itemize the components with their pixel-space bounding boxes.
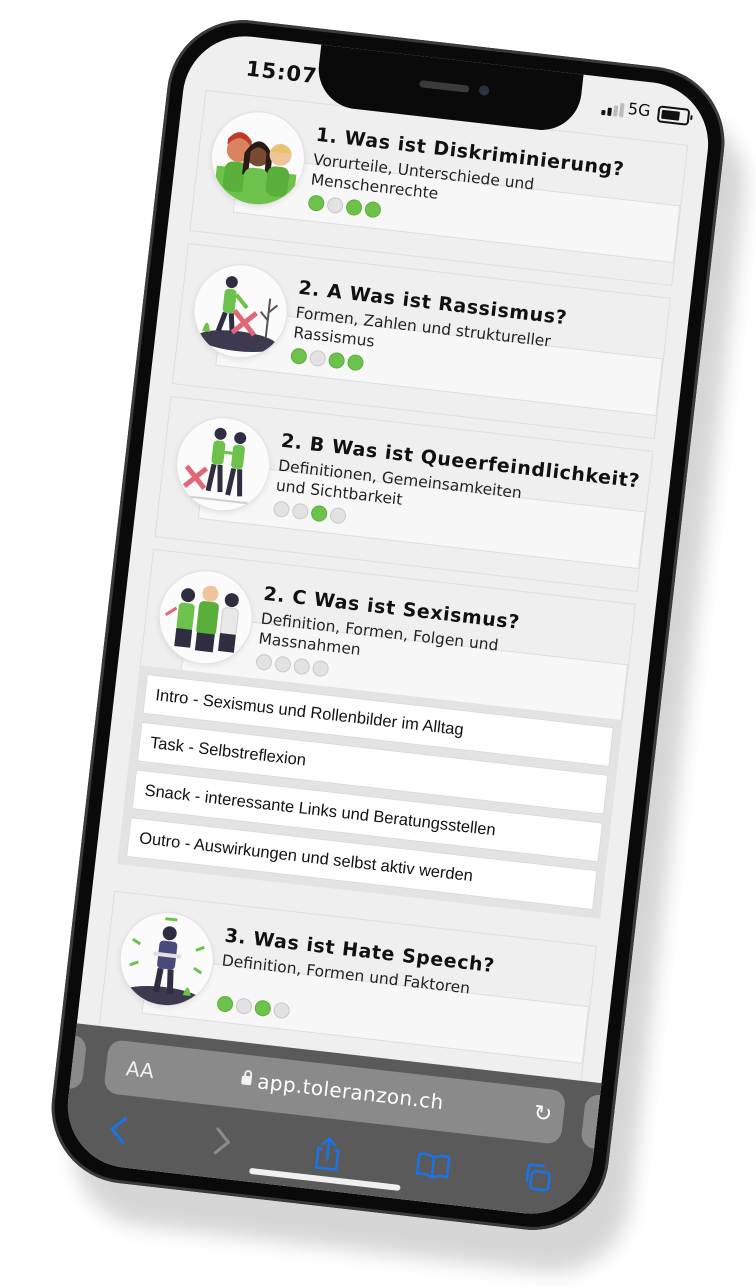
progress-dot-complete [310, 504, 329, 523]
tabs-button[interactable] [513, 1153, 562, 1202]
module-list: 1. Was ist Diskriminierung? Vorurteile, … [136, 89, 689, 757]
reload-icon[interactable]: ↻ [532, 1101, 553, 1128]
progress-dot-incomplete [329, 506, 347, 525]
progress-dot-incomplete [235, 997, 253, 1015]
share-button[interactable] [303, 1129, 352, 1178]
bookmarks-button[interactable] [408, 1141, 457, 1190]
signal-icon [601, 101, 625, 118]
progress-dot-complete [345, 198, 363, 217]
previous-tab-peek[interactable] [63, 1034, 88, 1091]
progress-dot-incomplete [311, 659, 330, 678]
progress-dot-complete [346, 353, 365, 372]
progress-dot-incomplete [272, 500, 291, 519]
tabs-icon [525, 1163, 552, 1192]
battery-icon [656, 105, 691, 126]
next-tab-peek[interactable] [580, 1093, 605, 1150]
progress-dot-complete [364, 200, 382, 219]
progress-dot-complete [307, 194, 326, 213]
progress-dot-incomplete [291, 502, 310, 521]
progress-dot-complete [327, 351, 346, 370]
progress-dot-incomplete [308, 349, 327, 368]
progress-dot-complete [290, 347, 308, 366]
back-button[interactable] [94, 1105, 143, 1154]
progress-dot-incomplete [255, 653, 273, 672]
book-icon [415, 1152, 450, 1179]
phone-mockup: 15:07 5G 1. Was ist Diskriminierung? Vor… [43, 12, 754, 1281]
progress-dot-incomplete [326, 196, 345, 215]
progress-dot-incomplete [272, 1001, 291, 1020]
progress-dot-incomplete [274, 655, 292, 674]
url-text: app.toleranzon.ch [256, 1069, 446, 1115]
progress-dot-incomplete [292, 657, 311, 676]
network-type: 5G [626, 98, 652, 121]
chevron-right-icon [214, 1127, 231, 1155]
progress-dot-complete [253, 999, 272, 1018]
text-size-button[interactable]: AA [125, 1056, 155, 1083]
share-icon [314, 1136, 340, 1171]
phone-screen: 15:07 5G 1. Was ist Diskriminierung? Vor… [61, 29, 715, 1221]
chevron-left-icon [110, 1116, 127, 1144]
lock-icon [241, 1075, 253, 1086]
status-time: 15:07 [244, 56, 319, 89]
progress-dot-complete [216, 995, 234, 1013]
forward-button[interactable] [198, 1117, 247, 1166]
